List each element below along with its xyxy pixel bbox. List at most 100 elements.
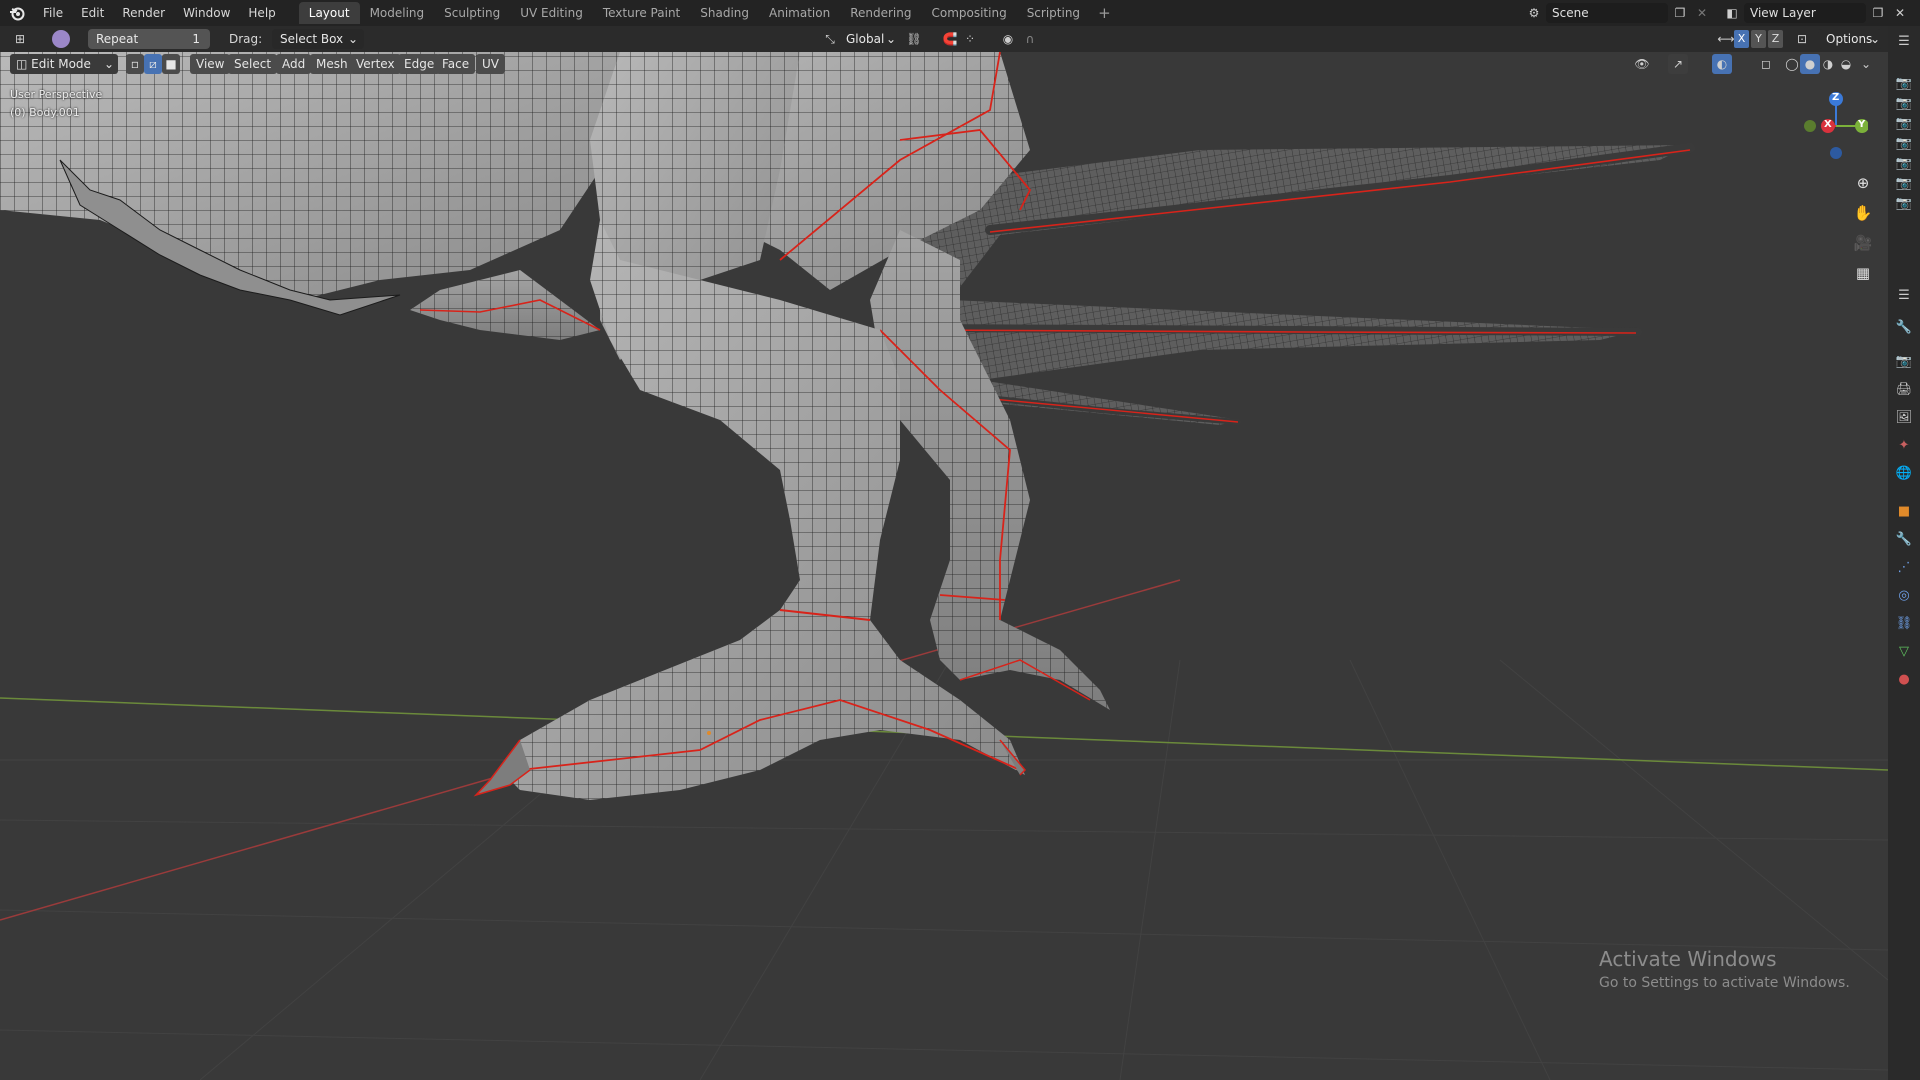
solid-shading-icon[interactable]: ● bbox=[1800, 54, 1820, 74]
particles-properties-icon[interactable]: ⋰ bbox=[1895, 558, 1913, 576]
outliner-camera-icon[interactable]: 📷 bbox=[1895, 194, 1913, 212]
menu-vertex[interactable]: Vertex bbox=[350, 54, 401, 74]
pivot-point-icon[interactable]: ⛓ bbox=[904, 29, 924, 49]
tab-texture-paint[interactable]: Texture Paint bbox=[593, 2, 690, 24]
editor-type-icon[interactable]: ⊞ bbox=[10, 29, 30, 49]
tab-compositing[interactable]: Compositing bbox=[921, 2, 1016, 24]
menu-render[interactable]: Render bbox=[113, 0, 174, 26]
tab-uv-editing[interactable]: UV Editing bbox=[510, 2, 593, 24]
menu-uv[interactable]: UV bbox=[476, 54, 505, 74]
tool-properties-icon[interactable]: 🔧 bbox=[1895, 318, 1913, 336]
new-view-layer-icon[interactable]: ❐ bbox=[1868, 3, 1888, 23]
properties-options-icon[interactable]: ☰ bbox=[1895, 286, 1913, 304]
navigation-gizmo[interactable]: Z Y X bbox=[1788, 86, 1869, 166]
view-layer-selector: ◧ View Layer ❐ ✕ bbox=[1722, 3, 1910, 23]
shading-options-chevron-icon[interactable]: ⌄ bbox=[1856, 54, 1876, 74]
outliner-camera-icon[interactable]: 📷 bbox=[1895, 154, 1913, 172]
modifier-properties-icon[interactable]: 🔧 bbox=[1895, 530, 1913, 548]
snap-target-icon[interactable]: ⁘ bbox=[960, 29, 980, 49]
face-select-mode-icon[interactable]: ■ bbox=[162, 54, 180, 74]
physics-properties-icon[interactable]: ◎ bbox=[1895, 586, 1913, 604]
active-tool-icon[interactable] bbox=[52, 30, 70, 48]
outliner-camera-icon[interactable]: 📷 bbox=[1895, 114, 1913, 132]
scene-selector: ⚙ Scene ❐ ✕ bbox=[1524, 3, 1712, 23]
3d-viewport[interactable]: User Perspective (0) Body.001 Z Y X ⊕ ✋ … bbox=[0, 52, 1888, 1080]
material-shading-icon[interactable]: ◑ bbox=[1818, 54, 1838, 74]
gizmo-toggle-icon[interactable]: ↗ bbox=[1668, 54, 1688, 74]
watermark-title: Activate Windows bbox=[1599, 947, 1777, 971]
tab-sculpting[interactable]: Sculpting bbox=[434, 2, 510, 24]
ortho-grid-icon[interactable]: ▦ bbox=[1850, 260, 1876, 286]
blender-logo-icon[interactable] bbox=[0, 0, 34, 26]
rendered-shading-icon[interactable]: ◒ bbox=[1836, 54, 1856, 74]
menu-window[interactable]: Window bbox=[174, 0, 239, 26]
world-properties-icon[interactable]: 🌐 bbox=[1895, 464, 1913, 482]
render-properties-icon[interactable]: 📷 bbox=[1895, 352, 1913, 370]
viewport-header: ◫ Edit Mode ⌄ ▫ ⧄ ■ View Select Add Mesh… bbox=[0, 52, 1888, 76]
add-workspace-button[interactable]: + bbox=[1090, 4, 1119, 22]
constraints-properties-icon[interactable]: ⛓ bbox=[1895, 614, 1913, 632]
proportional-edit-icon[interactable]: ◉ bbox=[998, 29, 1018, 49]
tab-layout[interactable]: Layout bbox=[298, 2, 360, 24]
outliner-camera-icon[interactable]: 📷 bbox=[1895, 94, 1913, 112]
tab-scripting[interactable]: Scripting bbox=[1017, 2, 1090, 24]
menu-file[interactable]: File bbox=[34, 0, 72, 26]
material-properties-icon[interactable]: ● bbox=[1895, 670, 1913, 688]
repeat-field[interactable]: Repeat 1 bbox=[88, 29, 210, 49]
new-scene-icon[interactable]: ❐ bbox=[1670, 3, 1690, 23]
menu-select[interactable]: Select bbox=[228, 54, 278, 74]
outliner-filter-icon[interactable]: ☰ bbox=[1895, 32, 1913, 50]
mirror-z-toggle[interactable]: Z bbox=[1768, 30, 1783, 48]
output-properties-icon[interactable]: 🖨 bbox=[1895, 380, 1913, 398]
overlays-toggle-icon[interactable]: ◐ bbox=[1712, 54, 1732, 74]
drag-select-value: Select Box bbox=[280, 32, 344, 46]
topology-mirror-icon[interactable]: ⊡ bbox=[1792, 29, 1812, 49]
snap-toggle-icon[interactable]: 🧲 bbox=[940, 29, 960, 49]
mirror-y-toggle[interactable]: Y bbox=[1751, 30, 1766, 48]
delete-scene-icon[interactable]: ✕ bbox=[1692, 3, 1712, 23]
menu-help[interactable]: Help bbox=[239, 0, 284, 26]
object-properties-icon[interactable]: ■ bbox=[1895, 502, 1913, 520]
scene-icon[interactable]: ⚙ bbox=[1524, 3, 1544, 23]
menu-view[interactable]: View bbox=[190, 54, 231, 74]
falloff-icon[interactable]: ∩ bbox=[1020, 29, 1040, 49]
menu-mesh[interactable]: Mesh bbox=[310, 54, 354, 74]
options-button[interactable]: Options ⌄ bbox=[1818, 29, 1882, 49]
menu-face[interactable]: Face bbox=[436, 54, 476, 74]
mode-select[interactable]: ◫ Edit Mode ⌄ bbox=[10, 54, 118, 74]
view-layer-properties-icon[interactable]: 🖼 bbox=[1895, 408, 1913, 426]
wireframe-shading-icon[interactable]: ◯ bbox=[1782, 54, 1802, 74]
menu-edit[interactable]: Edit bbox=[72, 0, 113, 26]
tab-modeling[interactable]: Modeling bbox=[360, 2, 435, 24]
vertex-select-mode-icon[interactable]: ▫ bbox=[126, 54, 144, 74]
tab-shading[interactable]: Shading bbox=[690, 2, 759, 24]
drag-select[interactable]: Select Box ⌄ bbox=[272, 29, 364, 49]
edge-select-mode-icon[interactable]: ⧄ bbox=[144, 54, 162, 74]
outliner-camera-icon[interactable]: 📷 bbox=[1895, 74, 1913, 92]
pan-hand-icon[interactable]: ✋ bbox=[1850, 200, 1876, 226]
chevron-down-icon: ⌄ bbox=[885, 32, 896, 46]
xray-toggle-icon[interactable]: ◻ bbox=[1756, 54, 1776, 74]
viewport-object-label: (0) Body.001 bbox=[10, 106, 80, 119]
tab-animation[interactable]: Animation bbox=[759, 2, 840, 24]
gizmo-z-label: Z bbox=[1832, 92, 1840, 103]
visibility-icon[interactable]: 👁 bbox=[1632, 54, 1652, 74]
data-properties-icon[interactable]: ▽ bbox=[1895, 642, 1913, 660]
chevron-down-icon: ⌄ bbox=[103, 57, 114, 71]
scene-name-field[interactable]: Scene bbox=[1546, 3, 1668, 23]
outliner-camera-icon[interactable]: 📷 bbox=[1895, 134, 1913, 152]
menu-add[interactable]: Add bbox=[276, 54, 312, 74]
viewport-scene[interactable] bbox=[0, 52, 1888, 1080]
delete-view-layer-icon[interactable]: ✕ bbox=[1890, 3, 1910, 23]
camera-view-icon[interactable]: 🎥 bbox=[1850, 230, 1876, 256]
menu-edge[interactable]: Edge bbox=[398, 54, 441, 74]
mirror-x-toggle[interactable]: X bbox=[1734, 30, 1749, 48]
zoom-icon[interactable]: ⊕ bbox=[1850, 170, 1876, 196]
scene-properties-icon[interactable]: ✦ bbox=[1895, 436, 1913, 454]
outliner-camera-icon[interactable]: 📷 bbox=[1895, 174, 1913, 192]
view-layer-field[interactable]: View Layer bbox=[1744, 3, 1866, 23]
transform-orientation-select[interactable]: Global ⌄ bbox=[842, 29, 898, 49]
activate-windows-watermark: Activate Windows Go to Settings to activ… bbox=[1599, 947, 1850, 991]
view-layer-icon[interactable]: ◧ bbox=[1722, 3, 1742, 23]
tab-rendering[interactable]: Rendering bbox=[840, 2, 921, 24]
